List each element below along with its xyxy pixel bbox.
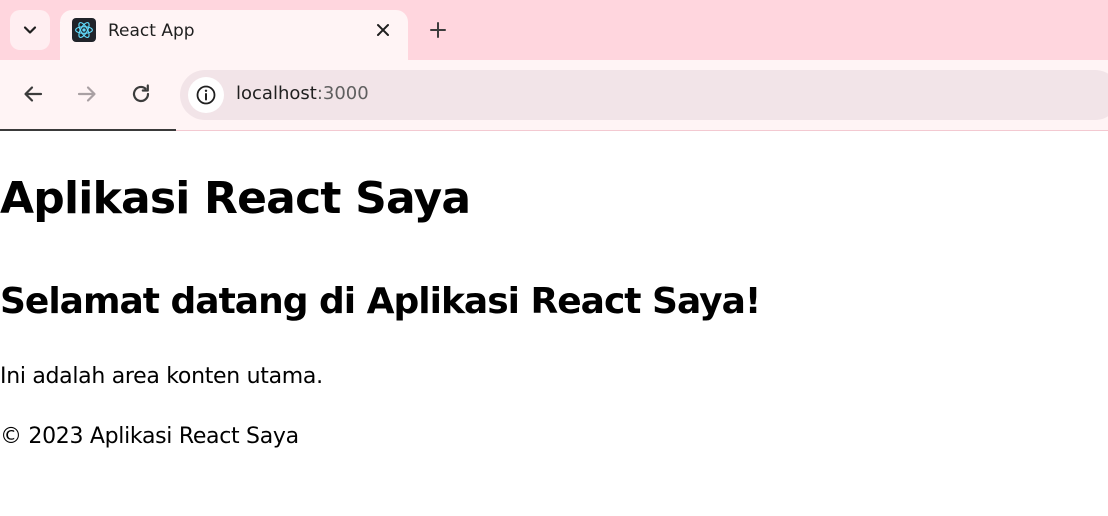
new-tab-button[interactable] bbox=[424, 16, 452, 44]
forward-arrow-icon bbox=[77, 86, 96, 102]
reload-button[interactable] bbox=[125, 78, 157, 110]
tab-strip: React App bbox=[0, 0, 1108, 60]
reload-icon bbox=[132, 84, 150, 103]
info-icon bbox=[196, 85, 216, 105]
forward-button[interactable] bbox=[71, 78, 103, 110]
tab-close-button[interactable] bbox=[371, 18, 395, 42]
browser-window: React App localhost:3000 Aplikasi React … bbox=[0, 0, 1108, 516]
page-title: Aplikasi React Saya bbox=[0, 173, 471, 224]
plus-icon bbox=[430, 22, 446, 38]
tab-active[interactable]: React App bbox=[60, 10, 408, 60]
tab-search-button[interactable] bbox=[10, 10, 50, 50]
welcome-heading: Selamat datang di Aplikasi React Saya! bbox=[0, 281, 761, 322]
site-info-button[interactable] bbox=[188, 77, 224, 113]
address-url[interactable]: localhost:3000 bbox=[236, 83, 369, 104]
footer-text: © 2023 Aplikasi React Saya bbox=[0, 424, 299, 449]
browser-toolbar: localhost:3000 bbox=[0, 60, 1108, 131]
back-arrow-icon bbox=[24, 86, 43, 102]
page-content: Aplikasi React Saya Selamat datang di Ap… bbox=[0, 131, 1108, 516]
tab-title: React App bbox=[108, 21, 195, 41]
close-icon bbox=[377, 24, 389, 36]
url-port: :3000 bbox=[316, 83, 369, 104]
back-button[interactable] bbox=[17, 78, 49, 110]
chevron-down-icon bbox=[23, 26, 37, 34]
url-host: localhost bbox=[236, 83, 317, 104]
address-bar[interactable]: localhost:3000 bbox=[180, 70, 1108, 120]
main-content-text: Ini adalah area konten utama. bbox=[0, 364, 323, 389]
react-logo-icon bbox=[72, 18, 96, 42]
